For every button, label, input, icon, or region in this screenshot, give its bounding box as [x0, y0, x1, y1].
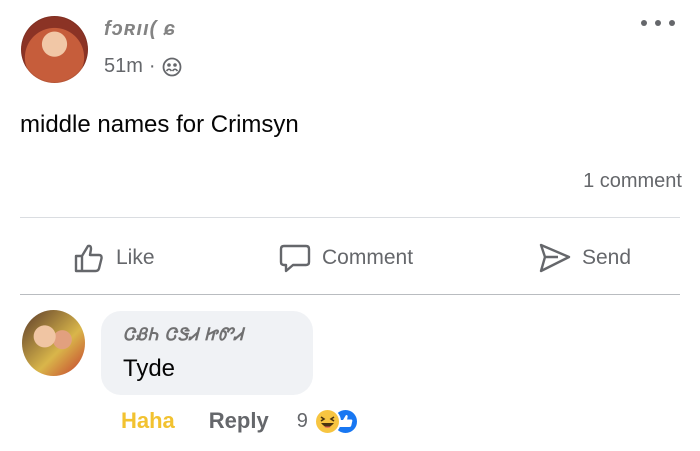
- thumbs-up-icon: [74, 244, 103, 273]
- comment-bubble: ᏣᏰᏂ ᏣᏕᏗ ᏥᏛᏗ Tyde: [101, 311, 313, 395]
- reaction-count[interactable]: 9: [297, 410, 308, 433]
- divider: [20, 217, 680, 218]
- reaction-icons[interactable]: [313, 406, 364, 436]
- commenter-name[interactable]: ᏣᏰᏂ ᏣᏕᏗ ᏥᏛᏗ: [123, 325, 244, 345]
- comment-button[interactable]: Comment: [278, 234, 413, 282]
- commenter-avatar[interactable]: [22, 310, 85, 376]
- haha-reaction-icon: [313, 408, 341, 435]
- friends-audience-icon[interactable]: [162, 57, 182, 77]
- comment-text: Tyde: [123, 355, 176, 382]
- post-actions-bar: Like Comment Send: [0, 234, 700, 282]
- reply-button[interactable]: Reply: [209, 408, 269, 434]
- divider: [20, 294, 680, 295]
- post-meta: 51m ·: [104, 55, 182, 78]
- more-options-icon[interactable]: [636, 13, 680, 33]
- author-name[interactable]: fɔʀıı( ɕ: [104, 18, 176, 41]
- send-icon: [539, 243, 571, 273]
- post-time[interactable]: 51m: [104, 55, 143, 78]
- like-button[interactable]: Like: [72, 234, 155, 282]
- send-button[interactable]: Send: [538, 234, 631, 282]
- comment-actions: Haha Reply 9: [121, 406, 364, 436]
- meta-separator: ·: [148, 55, 156, 77]
- comment-bubble-icon: [279, 244, 311, 273]
- haha-reaction-button[interactable]: Haha: [121, 408, 175, 434]
- send-label: Send: [582, 246, 632, 269]
- comment-count-link[interactable]: 1 comment: [583, 170, 682, 193]
- post-text: middle names for Crimsyn: [20, 111, 299, 138]
- like-label: Like: [116, 246, 155, 269]
- post-header: fɔʀıı( ɕ 51m ·: [0, 0, 700, 100]
- author-avatar[interactable]: [21, 16, 88, 83]
- comment-label: Comment: [322, 246, 414, 269]
